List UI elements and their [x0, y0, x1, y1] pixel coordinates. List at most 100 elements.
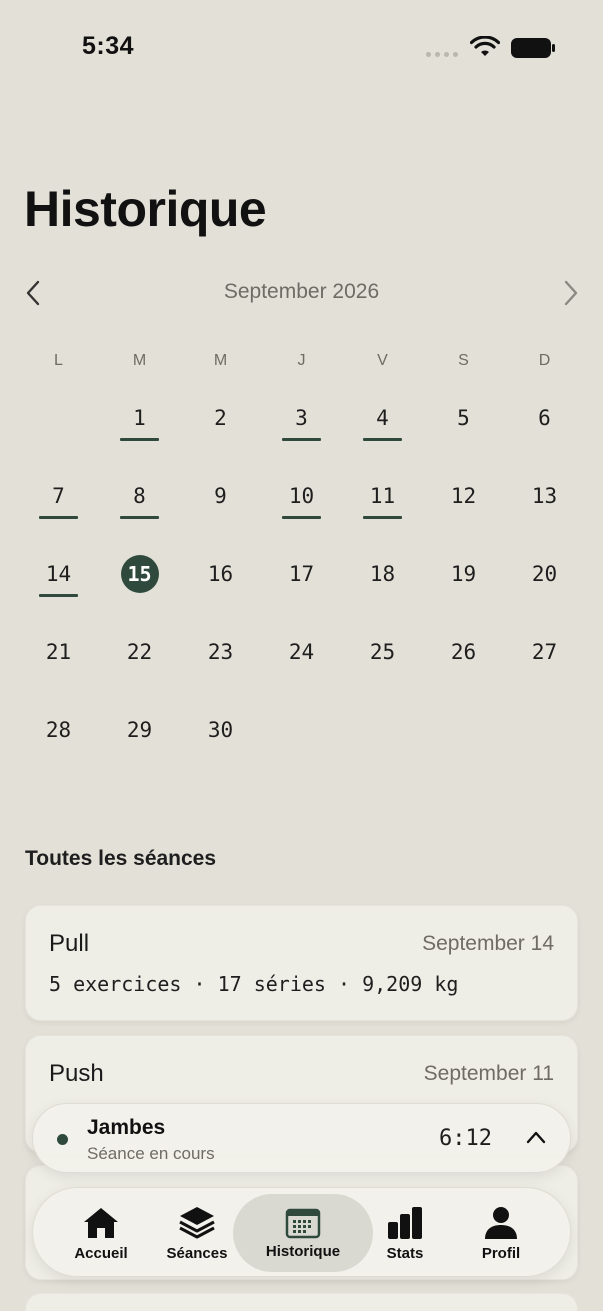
session-summary: 5 exercices · 17 séries · 9,209 kg [49, 972, 459, 996]
weekday-label: D [538, 352, 551, 369]
weekday-header: L M M J V S D [18, 352, 585, 370]
session-date: September 14 [422, 932, 554, 955]
calendar-day-2[interactable]: 2 [180, 380, 261, 458]
calendar-day-8[interactable]: 8 [99, 458, 180, 536]
session-name: Pull [49, 930, 90, 957]
next-month-button[interactable] [556, 278, 586, 308]
weekday-label: S [458, 352, 469, 369]
calendar-day-22[interactable]: 22 [99, 614, 180, 692]
calendar-day-number: 15 [120, 555, 159, 593]
layers-icon [179, 1206, 215, 1238]
tab-seances[interactable]: Séances [157, 1194, 237, 1272]
tab-label: Séances [166, 1244, 228, 1262]
calendar-day-14[interactable]: 14 [18, 536, 99, 614]
calendar-day-20[interactable]: 20 [504, 536, 585, 614]
tab-profil[interactable]: Profil [465, 1194, 537, 1272]
battery-icon [511, 38, 555, 58]
calendar-day-number: 4 [376, 406, 389, 430]
wifi-icon [470, 36, 500, 56]
live-session-name: Jambes [87, 1116, 166, 1139]
calendar-day-11[interactable]: 11 [342, 458, 423, 536]
page-title: Historique [24, 181, 267, 237]
calendar-day-number: 30 [207, 718, 234, 742]
calendar-day-21[interactable]: 21 [18, 614, 99, 692]
live-session-bar[interactable]: Jambes Séance en cours 6:12 [32, 1103, 571, 1173]
calendar-day-number: 14 [45, 562, 72, 586]
cellular-icon [426, 52, 458, 57]
calendar-day-12[interactable]: 12 [423, 458, 504, 536]
month-label: September 2026 [223, 280, 380, 303]
chevron-up-icon[interactable] [526, 1130, 546, 1144]
calendar-day-3[interactable]: 3 [261, 380, 342, 458]
calendar-day-6[interactable]: 6 [504, 380, 585, 458]
calendar-day-number: 19 [450, 562, 477, 586]
tab-bar: Accueil Séances Historique Stats Profil [32, 1187, 571, 1277]
tab-label: Stats [386, 1244, 424, 1262]
calendar-day-number: 26 [450, 640, 477, 664]
calendar-day-number: 25 [369, 640, 396, 664]
calendar-day-number: 16 [207, 562, 234, 586]
tab-accueil[interactable]: Accueil [61, 1194, 141, 1272]
calendar-day-number: 29 [126, 718, 153, 742]
calendar-day-number: 17 [288, 562, 315, 586]
calendar-day-number: 23 [207, 640, 234, 664]
calendar-day-26[interactable]: 26 [423, 614, 504, 692]
calendar-day-number: 8 [133, 484, 146, 508]
calendar-day-10[interactable]: 10 [261, 458, 342, 536]
calendar-day-24[interactable]: 24 [261, 614, 342, 692]
calendar-day-7[interactable]: 7 [18, 458, 99, 536]
weekday-label: M [213, 352, 228, 369]
calendar-day-number: 2 [214, 406, 227, 430]
person-icon [485, 1206, 517, 1239]
tab-historique[interactable]: Historique [233, 1194, 373, 1272]
calendar-day-15[interactable]: 15 [99, 536, 180, 614]
weekday-label: M [132, 352, 147, 369]
session-date: September 11 [423, 1062, 554, 1085]
calendar-day-23[interactable]: 23 [180, 614, 261, 692]
calendar-day-number: 21 [45, 640, 72, 664]
calendar-day-29[interactable]: 29 [99, 692, 180, 770]
calendar-day-9[interactable]: 9 [180, 458, 261, 536]
calendar-day-1[interactable]: 1 [99, 380, 180, 458]
calendar-day-number: 13 [531, 484, 558, 508]
month-nav: September 2026 [0, 272, 603, 312]
calendar-day-27[interactable]: 27 [504, 614, 585, 692]
calendar-day-number: 6 [538, 406, 551, 430]
calendar-day-30[interactable]: 30 [180, 692, 261, 770]
calendar-icon [285, 1208, 321, 1238]
calendar-day-17[interactable]: 17 [261, 536, 342, 614]
calendar-day-number: 3 [295, 406, 308, 430]
calendar-day-number: 28 [45, 718, 72, 742]
calendar-day-13[interactable]: 13 [504, 458, 585, 536]
live-session-timer: 6:12 [439, 1126, 492, 1151]
tab-label: Historique [265, 1242, 341, 1260]
home-icon [84, 1207, 118, 1238]
calendar-day-number: 5 [457, 406, 470, 430]
weekday-label: L [54, 352, 63, 369]
calendar-day-number: 24 [288, 640, 315, 664]
status-bar: 5:34 [0, 0, 603, 96]
calendar-day-4[interactable]: 4 [342, 380, 423, 458]
tab-label: Accueil [74, 1244, 128, 1262]
calendar-day-number: 20 [531, 562, 558, 586]
calendar-day-number: 9 [214, 484, 227, 508]
calendar-day-19[interactable]: 19 [423, 536, 504, 614]
calendar-day-number: 18 [369, 562, 396, 586]
tab-stats[interactable]: Stats [369, 1194, 441, 1272]
session-card-peek[interactable] [25, 1293, 578, 1311]
live-session-status: Séance en cours [87, 1144, 215, 1163]
calendar-day-28[interactable]: 28 [18, 692, 99, 770]
live-indicator-dot [57, 1134, 68, 1145]
calendar-day-number: 27 [531, 640, 558, 664]
calendar-day-16[interactable]: 16 [180, 536, 261, 614]
session-card-pull[interactable]: Pull September 14 5 exercices · 17 série… [25, 905, 578, 1021]
sessions-section-title: Toutes les séances [25, 847, 217, 870]
calendar-day-number: 10 [288, 484, 315, 508]
weekday-label: J [297, 352, 306, 369]
calendar-day-18[interactable]: 18 [342, 536, 423, 614]
calendar-day-25[interactable]: 25 [342, 614, 423, 692]
calendar-day-number: 11 [369, 484, 396, 508]
calendar-grid: 1 2 3 4 5 6 7 8 9 10 11 12 13 14 15 16 17 18 19 20 21 22 23 24 2… [18, 380, 585, 770]
calendar-day-number: 22 [126, 640, 153, 664]
calendar-day-5[interactable]: 5 [423, 380, 504, 458]
